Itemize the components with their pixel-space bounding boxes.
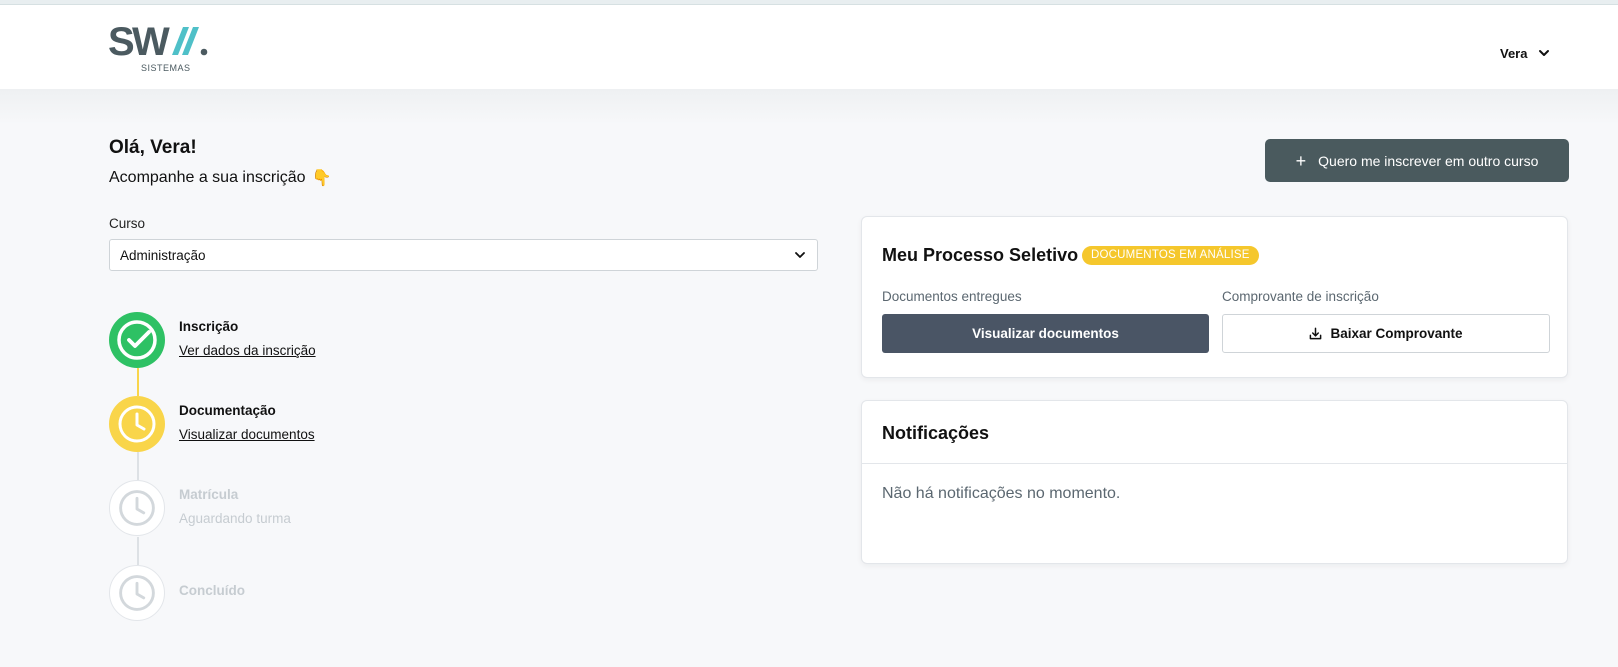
documents-label: Documentos entregues [882, 289, 1022, 304]
enroll-button-label: Quero me inscrever em outro curso [1318, 152, 1539, 169]
course-selected-value: Administração [120, 247, 206, 263]
status-badge: DOCUMENTOS EM ANÁLISE [1082, 246, 1259, 265]
chevron-down-icon [1539, 50, 1550, 56]
logo-mark: S W [108, 23, 208, 63]
view-registration-link[interactable]: Ver dados da inscrição [179, 343, 316, 358]
clock-icon [109, 565, 165, 621]
step-connector [137, 452, 139, 480]
process-title: Meu Processo Seletivo [882, 245, 1079, 265]
step-connector [137, 368, 139, 396]
course-select[interactable]: Administração [109, 239, 818, 271]
notifications-empty-text: Não há notificações no momento. [882, 485, 1121, 502]
enroll-other-course-button[interactable]: + Quero me inscrever em outro curso [1265, 139, 1569, 182]
logo-subtitle: SISTEMAS [141, 63, 191, 73]
view-documents-link[interactable]: Visualizar documentos [179, 427, 315, 442]
step-connector [137, 537, 139, 565]
step-subtitle: Aguardando turma [179, 511, 291, 526]
svg-text:S: S [108, 23, 134, 63]
step-title: Inscrição [179, 319, 239, 334]
receipt-label: Comprovante de inscrição [1222, 289, 1379, 304]
notifications-title: Notificações [882, 423, 990, 443]
app-header: S W SISTEMAS Vera [0, 5, 1618, 89]
download-receipt-label: Baixar Comprovante [1330, 326, 1463, 341]
greeting-subtitle-text: Acompanhe a sua inscrição [109, 169, 306, 186]
view-documents-button[interactable]: Visualizar documentos [882, 314, 1209, 353]
check-circle-icon [109, 312, 165, 368]
download-receipt-button[interactable]: Baixar Comprovante [1222, 314, 1550, 353]
chevron-down-icon [795, 252, 805, 258]
user-name: Vera [1500, 45, 1528, 61]
download-icon [1310, 327, 1322, 340]
divider [862, 463, 1567, 464]
svg-text:W: W [132, 23, 170, 63]
greeting-title: Olá, Vera! [109, 137, 197, 158]
swa-logo[interactable]: S W SISTEMAS [108, 23, 218, 79]
plus-icon: + [1295, 150, 1307, 171]
step-title: Documentação [179, 403, 276, 418]
step-title: Concluído [179, 583, 245, 598]
clock-icon [109, 396, 165, 452]
clock-icon [109, 480, 165, 536]
pointing-down-icon: 👇 [311, 170, 332, 187]
greeting-subtitle: Acompanhe a sua inscrição 👇 [109, 168, 331, 188]
selection-process-card: Meu Processo Seletivo DOCUMENTOS EM ANÁL… [861, 216, 1568, 378]
header-shadow [0, 89, 1618, 125]
notifications-card: Notificações Não há notificações no mome… [861, 400, 1568, 564]
user-menu[interactable]: Vera [1500, 43, 1551, 63]
step-title: Matrícula [179, 487, 239, 502]
course-label: Curso [109, 216, 146, 231]
